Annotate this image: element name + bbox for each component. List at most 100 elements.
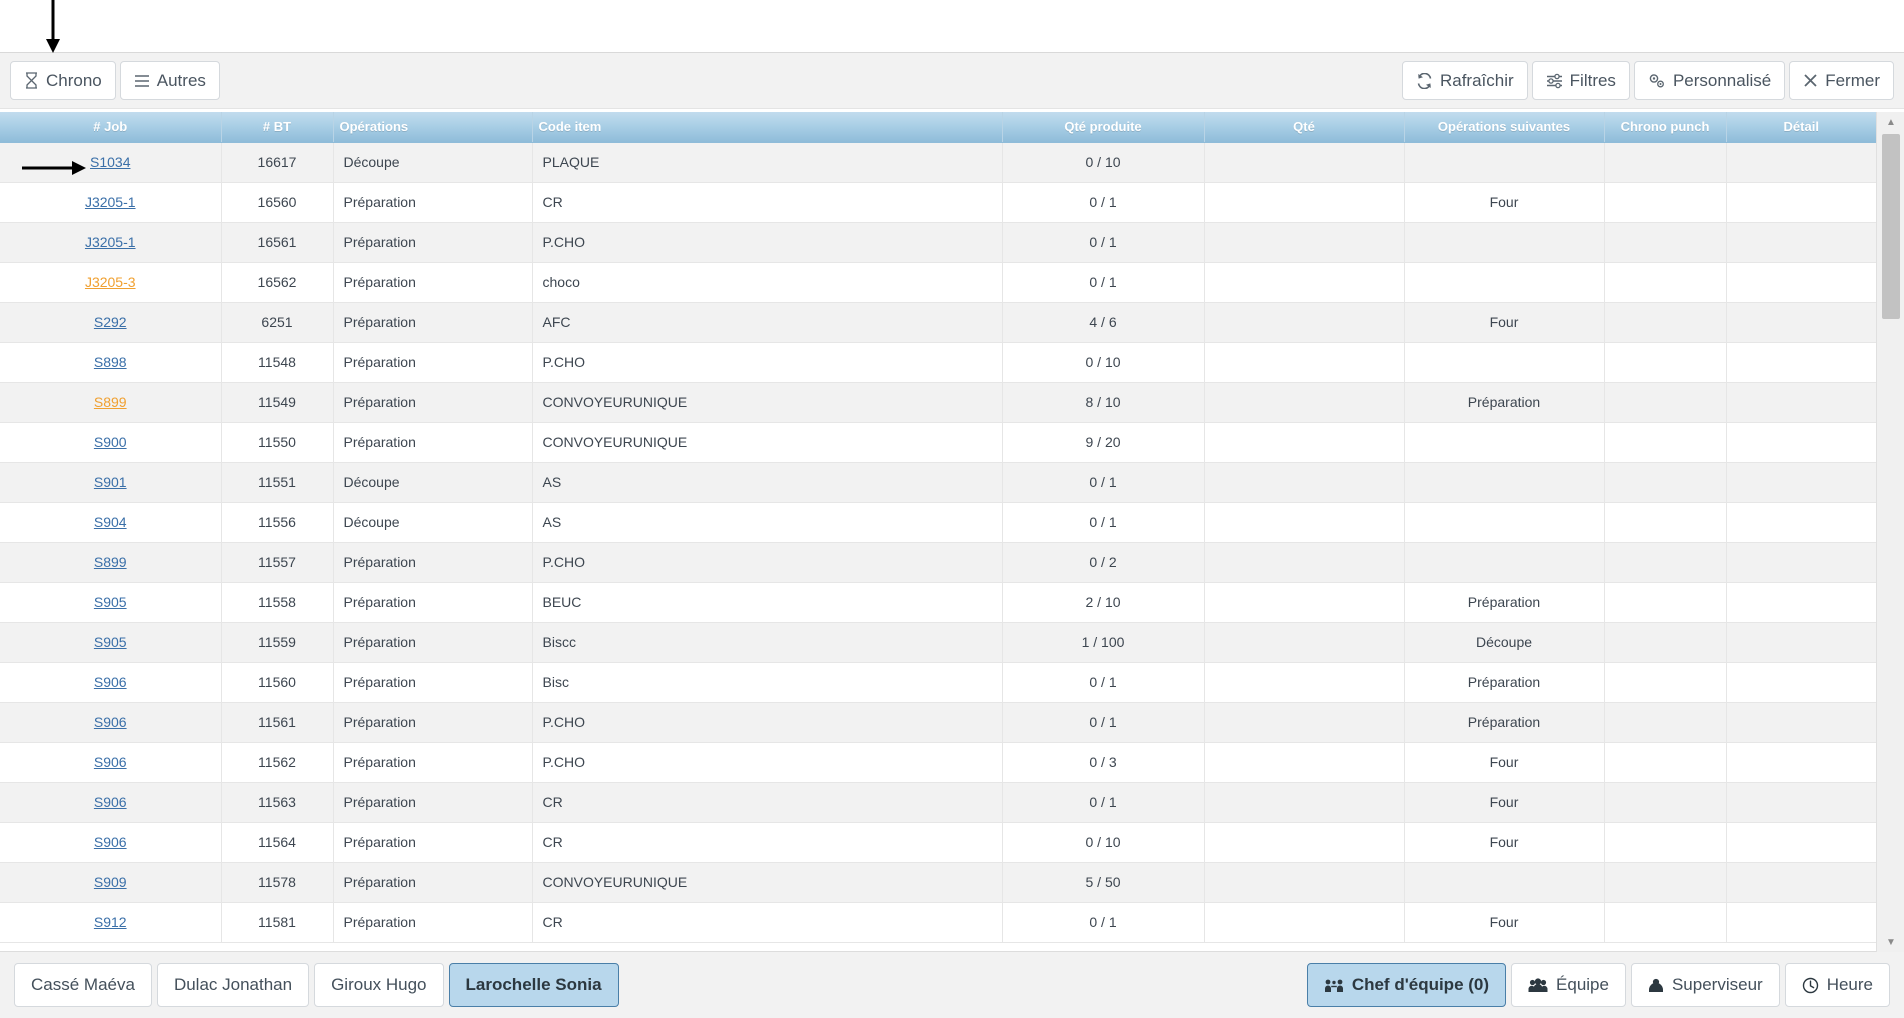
column-header-detail[interactable]: Détail	[1726, 112, 1876, 143]
job-link[interactable]: S912	[94, 914, 127, 930]
cell-job[interactable]: S901	[0, 462, 222, 503]
table-row[interactable]: S904 11556 Découpe AS 0 / 1	[0, 502, 1876, 543]
cell-job[interactable]: S905	[0, 582, 222, 623]
cell-job[interactable]: S292	[0, 302, 222, 343]
cell-job[interactable]: S906	[0, 742, 222, 783]
cell-operations-suivantes	[1404, 502, 1605, 543]
cell-qte	[1204, 422, 1405, 463]
cell-qte	[1204, 862, 1405, 903]
job-link[interactable]: S899	[94, 554, 127, 570]
job-link[interactable]: J3205-1	[85, 194, 136, 210]
table-row[interactable]: S898 11548 Préparation P.CHO 0 / 10	[0, 342, 1876, 383]
cell-job[interactable]: S899	[0, 382, 222, 423]
cell-job[interactable]: S900	[0, 422, 222, 463]
job-link[interactable]: S906	[94, 754, 127, 770]
table-row[interactable]: S899 11557 Préparation P.CHO 0 / 2	[0, 542, 1876, 583]
table-row[interactable]: S905 11558 Préparation BEUC 2 / 10 Préparatio…	[0, 582, 1876, 623]
table-row[interactable]: S906 11562 Préparation P.CHO 0 / 3 Four	[0, 742, 1876, 783]
job-link[interactable]: S909	[94, 874, 127, 890]
job-link[interactable]: S898	[94, 354, 127, 370]
employee-tab-2[interactable]: Giroux Hugo	[314, 963, 444, 1007]
job-link[interactable]: S906	[94, 834, 127, 850]
job-link[interactable]: J3205-1	[85, 234, 136, 250]
filters-button[interactable]: Filtres	[1531, 61, 1630, 100]
table-row[interactable]: S900 11550 Préparation CONVOYEURUNIQUE 9 / 2…	[0, 422, 1876, 463]
table-row[interactable]: J3205-1 16560 Préparation CR 0 / 1 Four	[0, 182, 1876, 223]
cell-job[interactable]: J3205-1	[0, 182, 222, 223]
table-row[interactable]: S899 11549 Préparation CONVOYEURUNIQUE 8 / 1…	[0, 382, 1876, 423]
cell-qte-produite: 0 / 1	[1002, 782, 1205, 823]
cell-job[interactable]: S899	[0, 542, 222, 583]
job-link[interactable]: S292	[94, 314, 127, 330]
job-link[interactable]: S905	[94, 634, 127, 650]
table-row[interactable]: S901 11551 Découpe AS 0 / 1	[0, 462, 1876, 503]
table-row[interactable]: S1034 16617 Découpe PLAQUE 0 / 10	[0, 142, 1876, 183]
cell-job[interactable]: S898	[0, 342, 222, 383]
gears-icon	[1648, 73, 1666, 89]
cell-job[interactable]: S906	[0, 782, 222, 823]
cell-job[interactable]: S906	[0, 702, 222, 743]
chef-equipe-button[interactable]: Chef d'équipe (0)	[1306, 963, 1507, 1007]
heure-label: Heure	[1826, 975, 1873, 994]
job-link[interactable]: S906	[94, 674, 127, 690]
cell-job[interactable]: S906	[0, 822, 222, 863]
column-header-operations[interactable]: Opérations	[333, 112, 533, 143]
employee-tab-3[interactable]: Larochelle Sonia	[448, 963, 619, 1007]
scrollbar-thumb[interactable]	[1882, 134, 1900, 319]
job-link[interactable]: S901	[94, 474, 127, 490]
cell-job[interactable]: S905	[0, 622, 222, 663]
cell-job[interactable]: S1034	[0, 142, 222, 183]
cell-job[interactable]: S904	[0, 502, 222, 543]
job-link[interactable]: S906	[94, 714, 127, 730]
personnalise-button[interactable]: Personnalisé	[1633, 61, 1786, 100]
cell-job[interactable]: J3205-1	[0, 222, 222, 263]
people-icon	[1528, 977, 1548, 993]
close-button[interactable]: Fermer	[1789, 61, 1894, 100]
table-row[interactable]: S906 11564 Préparation CR 0 / 10 Four	[0, 822, 1876, 863]
cell-bt: 6251	[221, 302, 334, 343]
job-link[interactable]: S899	[94, 394, 127, 410]
cell-code-item: P.CHO	[532, 742, 1003, 783]
cell-job[interactable]: S912	[0, 902, 222, 943]
grid-vertical-scrollbar[interactable]: ▲ ▼	[1876, 112, 1904, 952]
autres-button[interactable]: Autres	[119, 61, 220, 100]
column-header-operations-suivantes[interactable]: Opérations suivantes	[1404, 112, 1605, 143]
scroll-down-arrow-icon[interactable]: ▼	[1877, 932, 1904, 952]
equipe-button[interactable]: Équipe	[1511, 963, 1626, 1007]
job-link[interactable]: S905	[94, 594, 127, 610]
employee-tab-1[interactable]: Dulac Jonathan	[156, 963, 310, 1007]
column-header-job[interactable]: # Job	[0, 112, 222, 143]
column-header-qte[interactable]: Qté	[1204, 112, 1405, 143]
table-row[interactable]: S292 6251 Préparation AFC 4 / 6 Four	[0, 302, 1876, 343]
cell-job[interactable]: S906	[0, 662, 222, 703]
column-header-code-item[interactable]: Code item	[532, 112, 1003, 143]
job-link[interactable]: J3205-3	[85, 274, 136, 290]
job-link[interactable]: S906	[94, 794, 127, 810]
cell-job[interactable]: J3205-3	[0, 262, 222, 303]
table-row[interactable]: S912 11581 Préparation CR 0 / 1 Four	[0, 902, 1876, 943]
cell-code-item: CONVOYEURUNIQUE	[532, 422, 1003, 463]
column-header-qte-produite[interactable]: Qté produite	[1002, 112, 1205, 143]
job-link[interactable]: S904	[94, 514, 127, 530]
cell-code-item: CR	[532, 182, 1003, 223]
refresh-button[interactable]: Rafraîchir	[1401, 61, 1528, 100]
heure-button[interactable]: Heure	[1784, 963, 1890, 1007]
table-row[interactable]: J3205-3 16562 Préparation choco 0 / 1	[0, 262, 1876, 303]
scroll-up-arrow-icon[interactable]: ▲	[1877, 112, 1904, 132]
chrono-button[interactable]: Chrono	[10, 61, 116, 100]
employee-tab-0[interactable]: Cassé Maéva	[14, 963, 152, 1007]
column-header-bt[interactable]: # BT	[221, 112, 334, 143]
table-row[interactable]: S909 11578 Préparation CONVOYEURUNIQUE 5 / 5…	[0, 862, 1876, 903]
job-link[interactable]: S1034	[90, 154, 130, 170]
column-header-chrono-punch[interactable]: Chrono punch	[1604, 112, 1727, 143]
cell-operations-suivantes: Four	[1404, 742, 1605, 783]
cell-job[interactable]: S909	[0, 862, 222, 903]
table-row[interactable]: J3205-1 16561 Préparation P.CHO 0 / 1	[0, 222, 1876, 263]
table-row[interactable]: S906 11560 Préparation Bisc 0 / 1 Préparation	[0, 662, 1876, 703]
job-link[interactable]: S900	[94, 434, 127, 450]
table-row[interactable]: S905 11559 Préparation Biscc 1 / 100 Découpe	[0, 622, 1876, 663]
table-row[interactable]: S906 11563 Préparation CR 0 / 1 Four	[0, 782, 1876, 823]
table-row[interactable]: S906 11561 Préparation P.CHO 0 / 1 Préparatio…	[0, 702, 1876, 743]
superviseur-button[interactable]: Superviseur	[1630, 963, 1780, 1007]
cell-qte-produite: 1 / 100	[1002, 622, 1205, 663]
